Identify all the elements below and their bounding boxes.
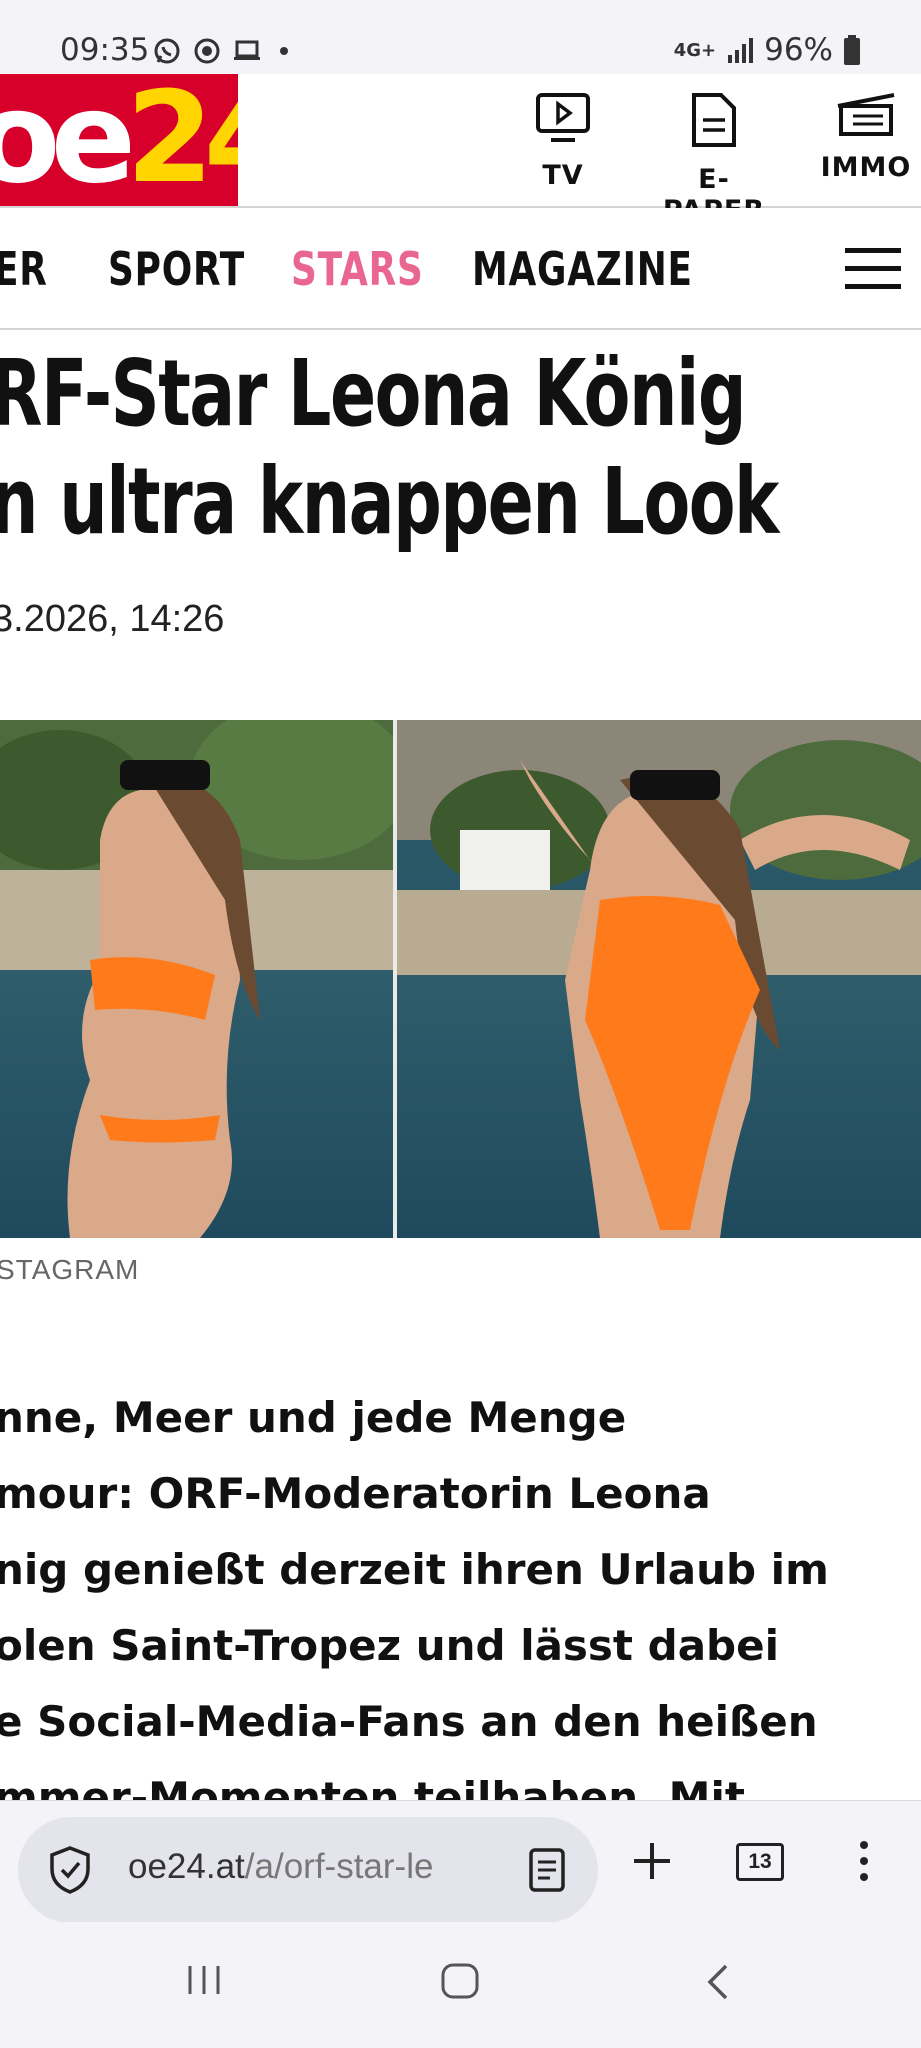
image-credit: STAGRAM <box>0 1254 140 1285</box>
battery-percent: 96% <box>764 32 833 68</box>
immo-link[interactable]: IMMO <box>806 92 921 183</box>
url-host: oe24.at <box>128 1847 245 1886</box>
more-options-icon[interactable] <box>856 1839 872 1883</box>
system-nav-bar <box>0 1922 921 2048</box>
document-icon <box>692 93 736 147</box>
article-photo[interactable] <box>0 720 921 1238</box>
headline-line: RF-Star Leona König <box>0 340 747 447</box>
status-right: 4G+ 96% <box>674 32 861 68</box>
immo-label: IMMO <box>820 152 912 183</box>
signal-icon <box>728 38 754 63</box>
status-bar: 09:35 4G+ 96% <box>0 0 921 74</box>
notification-icons <box>152 36 288 66</box>
browser-toolbar: oe24.at/a/orf-star-le 13 <box>0 1800 921 1923</box>
tabs-button[interactable]: 13 <box>736 1843 784 1881</box>
address-bar[interactable]: oe24.at/a/orf-star-le <box>18 1817 598 1923</box>
photo-divider <box>393 720 397 1238</box>
url-path: /a/orf-star-le <box>244 1847 434 1886</box>
article-date: 3.2026, 14:26 <box>0 598 225 640</box>
reader-mode-icon[interactable] <box>528 1847 566 1893</box>
recent-apps-icon[interactable] <box>184 1962 224 1998</box>
new-tab-icon[interactable] <box>630 1839 674 1883</box>
building-icon <box>837 93 895 136</box>
lead-line: nig genießt derzeit ihren Urlaub im <box>0 1545 829 1594</box>
status-time: 09:35 <box>60 32 150 68</box>
laptop-icon <box>234 40 260 60</box>
lead-line: nne, Meer und jede Menge <box>0 1393 627 1442</box>
photo-illustration <box>0 720 921 1238</box>
shield-icon[interactable] <box>48 1845 92 1895</box>
home-icon[interactable] <box>440 1962 480 2000</box>
menu-icon[interactable] <box>845 248 901 290</box>
nav-item-sport[interactable]: SPORT <box>108 242 245 296</box>
lead-line: e Social-Media-Fans an den heißen <box>0 1697 818 1746</box>
battery-icon <box>844 35 860 65</box>
app-notification-icon <box>194 38 220 64</box>
oe24-logo[interactable]: oe24 <box>0 74 238 206</box>
dot-icon <box>280 47 288 55</box>
nav-item-er[interactable]: ER <box>0 242 48 296</box>
article-headline: RF-Star Leona König n ultra knappen Look <box>0 340 921 556</box>
url-text[interactable]: oe24.at/a/orf-star-le <box>128 1847 508 1887</box>
tv-label: TV <box>542 160 584 191</box>
section-nav: ER SPORT STARS MAGAZINE <box>0 208 921 330</box>
nav-item-stars[interactable]: STARS <box>291 242 424 296</box>
lead-line: mour: ORF-Moderatorin Leona <box>0 1469 711 1518</box>
nav-item-magazine[interactable]: MAGAZINE <box>472 242 693 296</box>
article-lead: nne, Meer und jede Menge mour: ORF-Moder… <box>0 1380 921 1836</box>
tv-play-icon <box>536 93 590 142</box>
back-icon[interactable] <box>702 1962 732 2002</box>
network-type: 4G+ <box>673 39 717 61</box>
e-paper-link[interactable]: E-PAPER <box>654 92 774 226</box>
tv-link[interactable]: TV <box>503 92 623 191</box>
tab-count: 13 <box>748 1850 772 1873</box>
lead-line: olen Saint-Tropez und lässt dabei <box>0 1621 779 1670</box>
site-header: oe24 TV E-PAPER IMMO <box>0 74 921 226</box>
whatsapp-icon <box>154 38 180 64</box>
headline-line: n ultra knappen Look <box>0 448 779 555</box>
